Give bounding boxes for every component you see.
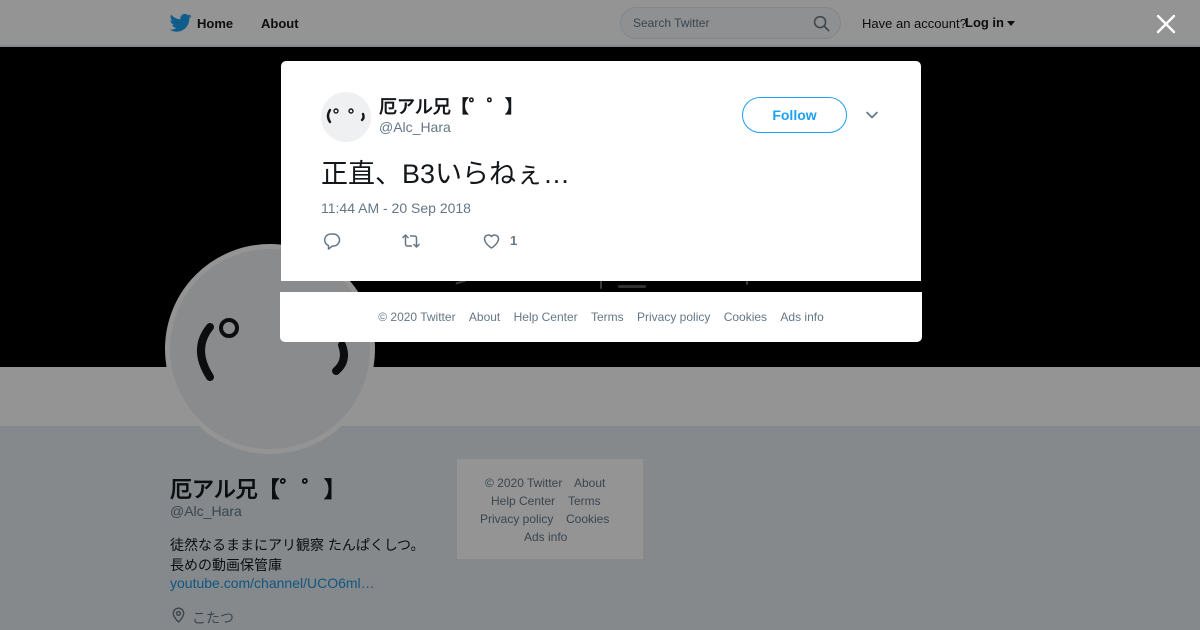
footer-cookies-link[interactable]: Cookies	[724, 310, 767, 324]
like-count[interactable]: 1	[510, 233, 517, 248]
footer-help-link[interactable]: Help Center	[514, 310, 578, 324]
tweet-timestamp[interactable]: 11:44 AM - 20 Sep 2018	[321, 200, 471, 216]
close-icon[interactable]	[1156, 14, 1176, 34]
follow-button[interactable]: Follow	[742, 97, 847, 133]
chevron-down-icon[interactable]	[865, 109, 879, 121]
footer-about-link[interactable]: About	[469, 310, 500, 324]
footer-terms-link[interactable]: Terms	[591, 310, 624, 324]
footer-copyright: © 2020 Twitter	[378, 310, 456, 324]
tweet-modal: 厄アル兄【゜゜】 @Alc_Hara Follow 正直、B3いらねぇ… 11:…	[281, 61, 921, 281]
modal-footer: © 2020 Twitter About Help Center Terms P…	[280, 292, 922, 342]
avatar-face-graphic	[326, 108, 365, 124]
tweet-text: 正直、B3いらねぇ…	[321, 159, 571, 189]
footer-ads-link[interactable]: Ads info	[780, 310, 823, 324]
heart-icon[interactable]	[482, 232, 501, 250]
tweet-author-handle[interactable]: @Alc_Hara	[379, 119, 451, 135]
tweet-author-avatar[interactable]	[321, 92, 371, 142]
reply-icon[interactable]	[323, 232, 341, 250]
footer-privacy-link[interactable]: Privacy policy	[637, 310, 710, 324]
tweet-author-name[interactable]: 厄アル兄【゜゜】	[379, 93, 523, 119]
retweet-icon[interactable]	[401, 232, 421, 250]
modal-footer-links: © 2020 Twitter About Help Center Terms P…	[280, 310, 922, 324]
